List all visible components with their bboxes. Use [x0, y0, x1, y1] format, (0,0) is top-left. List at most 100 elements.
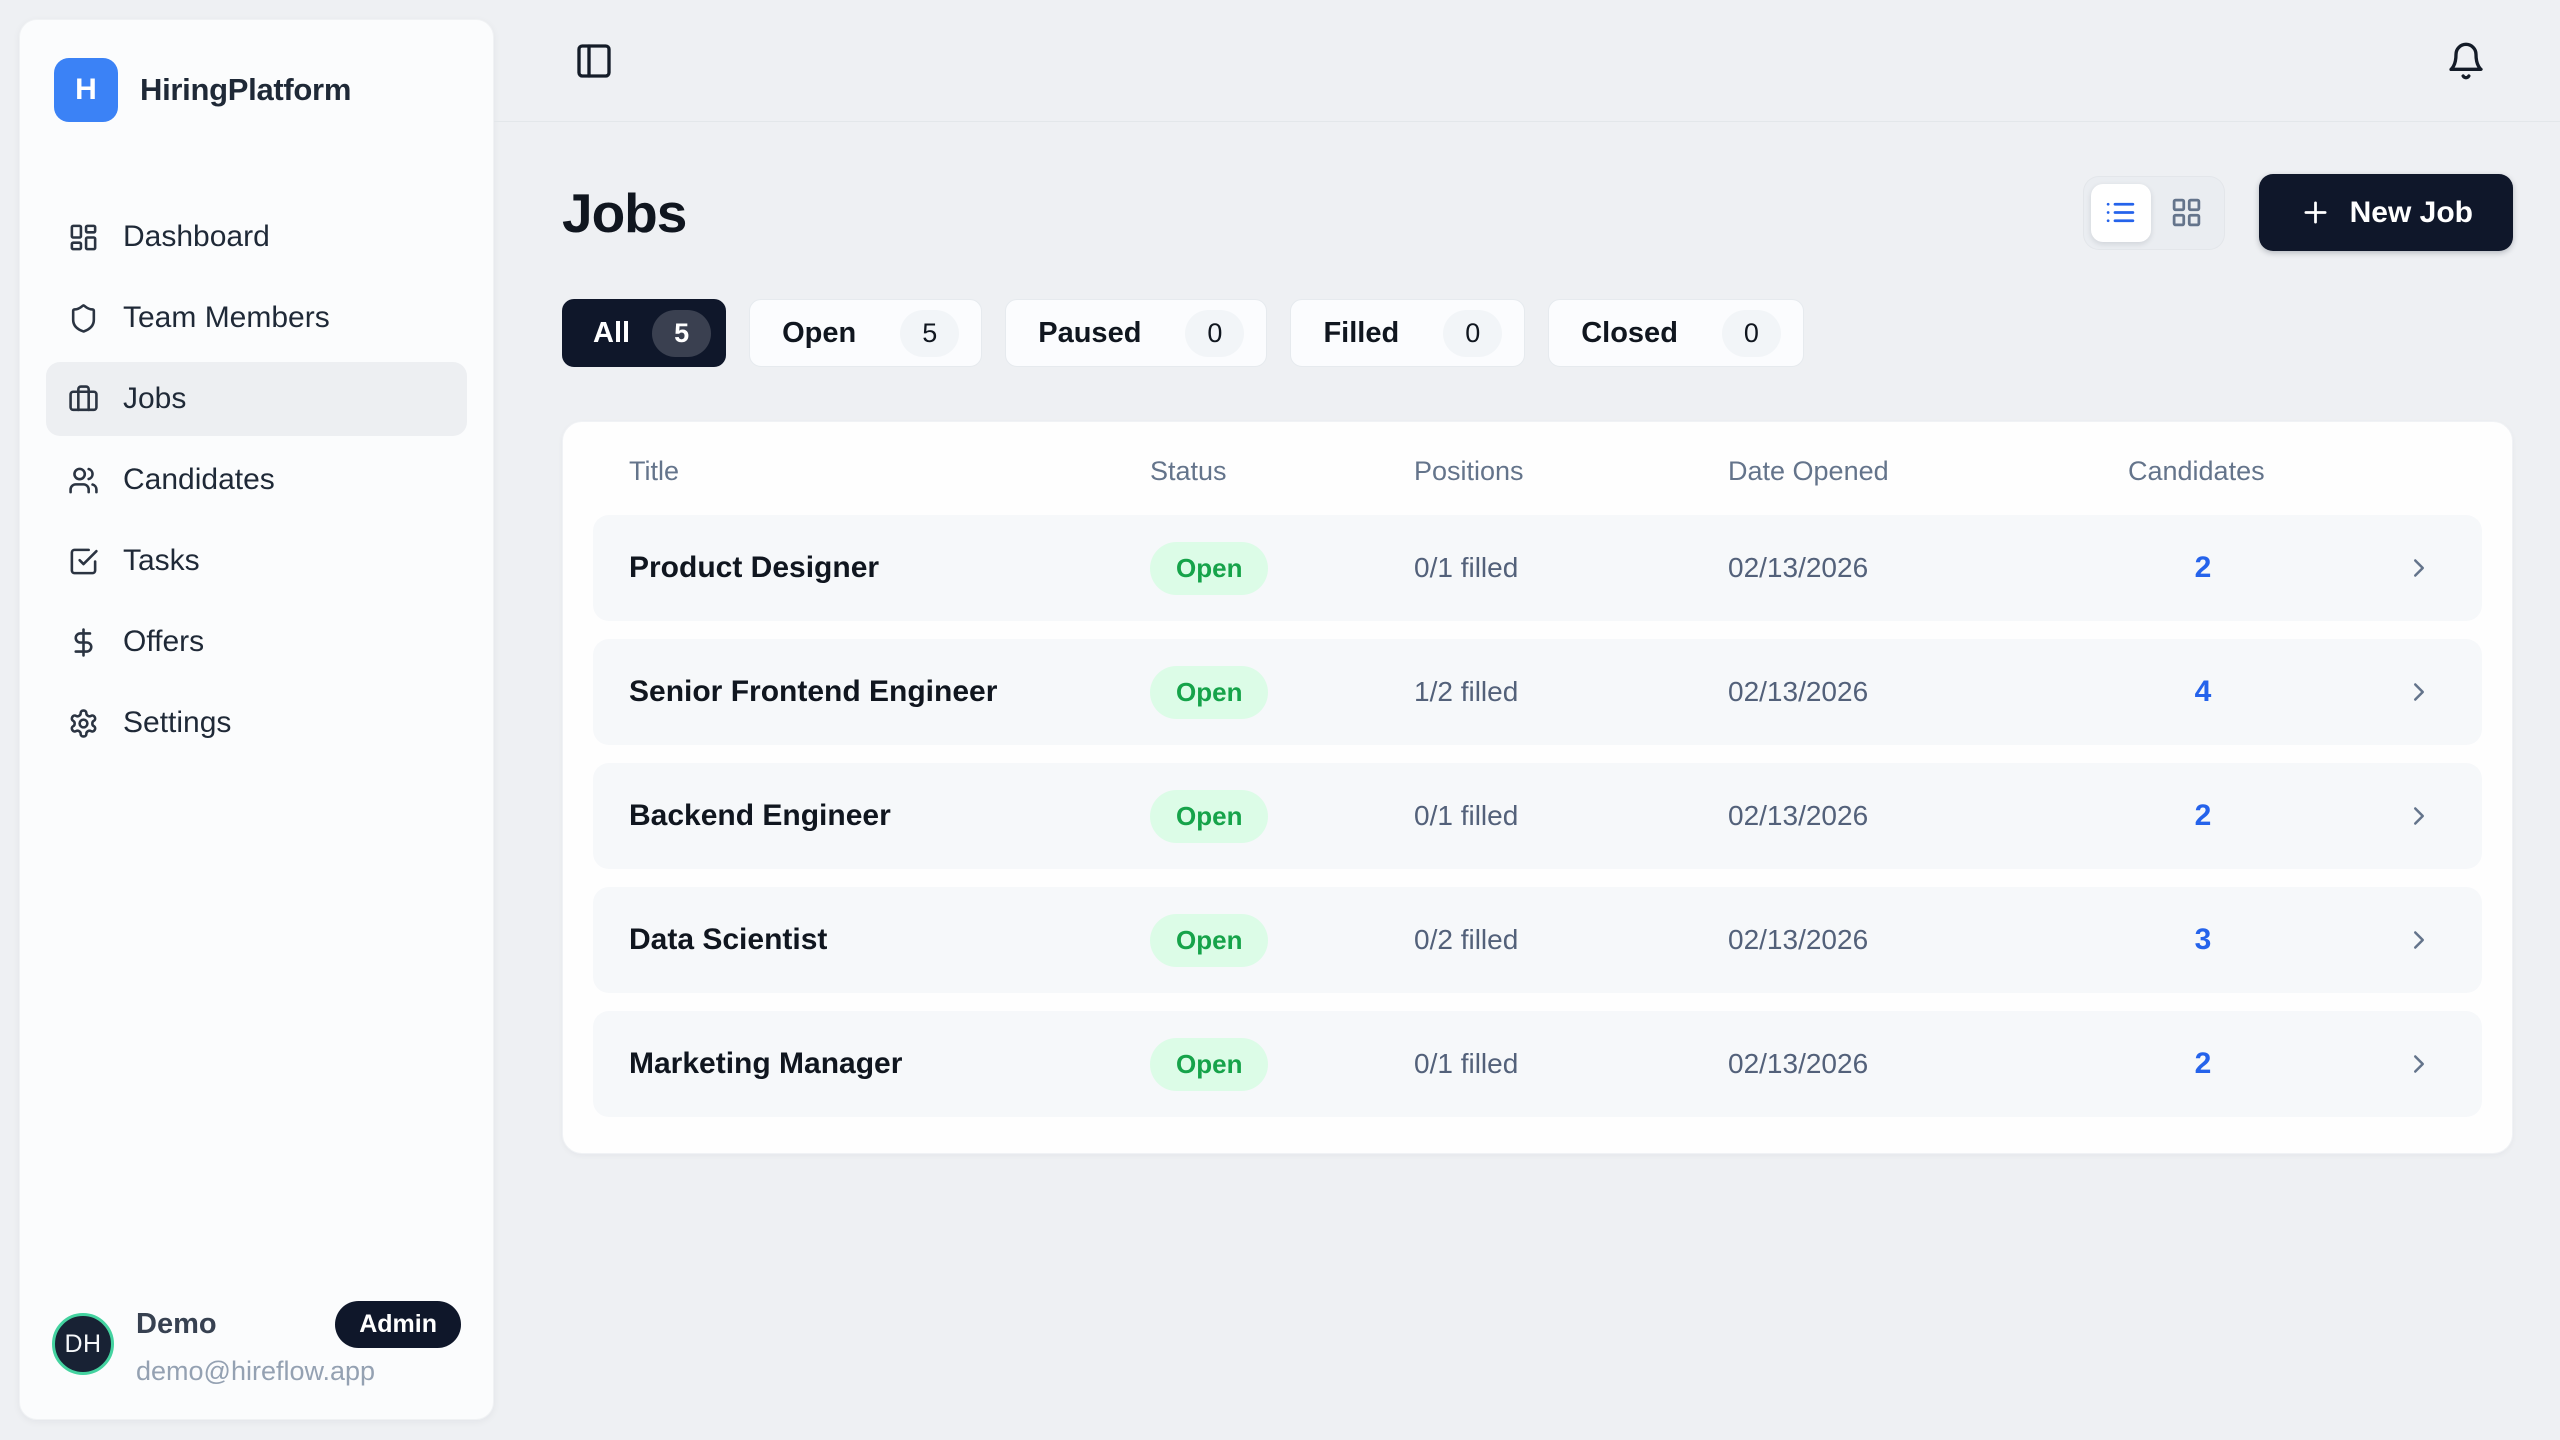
- filter-tab-all[interactable]: All 5: [562, 299, 726, 367]
- job-title: Backend Engineer: [629, 799, 1150, 833]
- date-opened-cell: 02/13/2026: [1728, 552, 2128, 584]
- sidebar-item-team-members[interactable]: Team Members: [46, 281, 467, 355]
- job-title: Marketing Manager: [629, 1047, 1150, 1081]
- brand: H HiringPlatform: [46, 58, 467, 122]
- header-actions: New Job: [2083, 174, 2513, 251]
- dashboard-icon: [68, 222, 99, 253]
- job-title: Senior Frontend Engineer: [629, 675, 1150, 709]
- panel-left-icon: [574, 41, 614, 81]
- list-view-button[interactable]: [2091, 184, 2151, 242]
- status-badge: Open: [1150, 1038, 1268, 1091]
- filter-tab-paused[interactable]: Paused 0: [1005, 299, 1267, 367]
- avatar: DH: [52, 1313, 114, 1375]
- candidates-count[interactable]: 2: [2128, 799, 2278, 833]
- filter-tab-count: 5: [900, 310, 959, 357]
- table-row[interactable]: Data Scientist Open 0/2 filled 02/13/202…: [593, 887, 2482, 993]
- sidebar-nav: Dashboard Team Members Jobs Candidates T…: [46, 200, 467, 760]
- gear-icon: [68, 708, 99, 739]
- shield-icon: [68, 303, 99, 334]
- candidates-count[interactable]: 2: [2128, 1047, 2278, 1081]
- column-header-date-opened: Date Opened: [1728, 456, 2128, 487]
- sidebar-item-candidates[interactable]: Candidates: [46, 443, 467, 517]
- chevron-right-icon[interactable]: [2404, 553, 2434, 583]
- new-job-button[interactable]: New Job: [2259, 174, 2513, 251]
- grid-view-button[interactable]: [2157, 184, 2217, 242]
- date-opened-cell: 02/13/2026: [1728, 924, 2128, 956]
- filter-tab-count: 0: [1722, 310, 1781, 357]
- user-profile[interactable]: DH Demo Admin demo@hireflow.app: [46, 1301, 467, 1387]
- new-job-label: New Job: [2350, 196, 2473, 230]
- positions-cell: 0/1 filled: [1414, 1048, 1728, 1080]
- positions-cell: 0/1 filled: [1414, 800, 1728, 832]
- user-email: demo@hireflow.app: [136, 1356, 461, 1387]
- page-title: Jobs: [562, 181, 686, 245]
- page-header: Jobs New Job: [562, 174, 2513, 251]
- sidebar-item-label: Tasks: [123, 544, 200, 578]
- sidebar-item-label: Offers: [123, 625, 204, 659]
- candidates-count[interactable]: 4: [2128, 675, 2278, 709]
- sidebar-item-dashboard[interactable]: Dashboard: [46, 200, 467, 274]
- table-row[interactable]: Senior Frontend Engineer Open 1/2 filled…: [593, 639, 2482, 745]
- positions-cell: 1/2 filled: [1414, 676, 1728, 708]
- filter-tab-closed[interactable]: Closed 0: [1548, 299, 1804, 367]
- sidebar-item-label: Team Members: [123, 301, 330, 335]
- job-title: Product Designer: [629, 551, 1150, 585]
- filter-tab-count: 0: [1185, 310, 1244, 357]
- column-header-title: Title: [629, 456, 1150, 487]
- candidates-count[interactable]: 2: [2128, 551, 2278, 585]
- filter-tab-open[interactable]: Open 5: [749, 299, 982, 367]
- sidebar-item-label: Settings: [123, 706, 231, 740]
- filter-tab-label: Filled: [1323, 317, 1399, 350]
- column-header-status: Status: [1150, 456, 1414, 487]
- candidates-count[interactable]: 3: [2128, 923, 2278, 957]
- role-badge: Admin: [335, 1301, 461, 1348]
- table-row[interactable]: Product Designer Open 0/1 filled 02/13/2…: [593, 515, 2482, 621]
- filter-tab-count: 0: [1443, 310, 1502, 357]
- user-meta: Demo Admin demo@hireflow.app: [136, 1301, 461, 1387]
- jobs-table-card: Title Status Positions Date Opened Candi…: [562, 421, 2513, 1154]
- table-row[interactable]: Backend Engineer Open 0/1 filled 02/13/2…: [593, 763, 2482, 869]
- chevron-right-icon[interactable]: [2404, 801, 2434, 831]
- filter-tab-filled[interactable]: Filled 0: [1290, 299, 1525, 367]
- sidebar-toggle-button[interactable]: [574, 41, 614, 81]
- sidebar-item-settings[interactable]: Settings: [46, 686, 467, 760]
- filter-tab-label: Open: [782, 317, 856, 350]
- grid-view-icon: [2170, 196, 2203, 229]
- jobs-page: Jobs New Job: [494, 122, 2560, 1154]
- sidebar-item-jobs[interactable]: Jobs: [46, 362, 467, 436]
- status-badge: Open: [1150, 790, 1268, 843]
- app-logo-letter: H: [75, 73, 97, 107]
- briefcase-icon: [68, 384, 99, 415]
- filter-tab-label: Closed: [1581, 317, 1678, 350]
- sidebar-item-tasks[interactable]: Tasks: [46, 524, 467, 598]
- sidebar: H HiringPlatform Dashboard Team Members …: [19, 19, 494, 1420]
- chevron-right-icon[interactable]: [2404, 1049, 2434, 1079]
- sidebar-item-label: Dashboard: [123, 220, 270, 254]
- status-badge: Open: [1150, 542, 1268, 595]
- table-row[interactable]: Marketing Manager Open 0/1 filled 02/13/…: [593, 1011, 2482, 1117]
- avatar-initials: DH: [64, 1330, 101, 1359]
- notifications-button[interactable]: [2446, 41, 2486, 81]
- filter-tab-label: Paused: [1038, 317, 1141, 350]
- app-logo: H: [54, 58, 118, 122]
- date-opened-cell: 02/13/2026: [1728, 800, 2128, 832]
- status-badge: Open: [1150, 666, 1268, 719]
- positions-cell: 0/1 filled: [1414, 552, 1728, 584]
- positions-cell: 0/2 filled: [1414, 924, 1728, 956]
- app-root: H HiringPlatform Dashboard Team Members …: [0, 0, 2560, 1440]
- bell-icon: [2446, 41, 2486, 81]
- status-filter-tabs: All 5 Open 5 Paused 0 Filled 0 Closed: [562, 299, 2513, 367]
- square-check-icon: [68, 546, 99, 577]
- filter-tab-label: All: [593, 317, 630, 350]
- column-header-candidates: Candidates: [2128, 456, 2278, 487]
- date-opened-cell: 02/13/2026: [1728, 1048, 2128, 1080]
- sidebar-item-offers[interactable]: Offers: [46, 605, 467, 679]
- chevron-right-icon[interactable]: [2404, 677, 2434, 707]
- app-title: HiringPlatform: [140, 72, 351, 108]
- table-header-row: Title Status Positions Date Opened Candi…: [593, 422, 2482, 515]
- job-title: Data Scientist: [629, 923, 1150, 957]
- chevron-right-icon[interactable]: [2404, 925, 2434, 955]
- sidebar-item-label: Jobs: [123, 382, 186, 416]
- column-header-positions: Positions: [1414, 456, 1728, 487]
- main-area: Jobs New Job: [494, 0, 2560, 1440]
